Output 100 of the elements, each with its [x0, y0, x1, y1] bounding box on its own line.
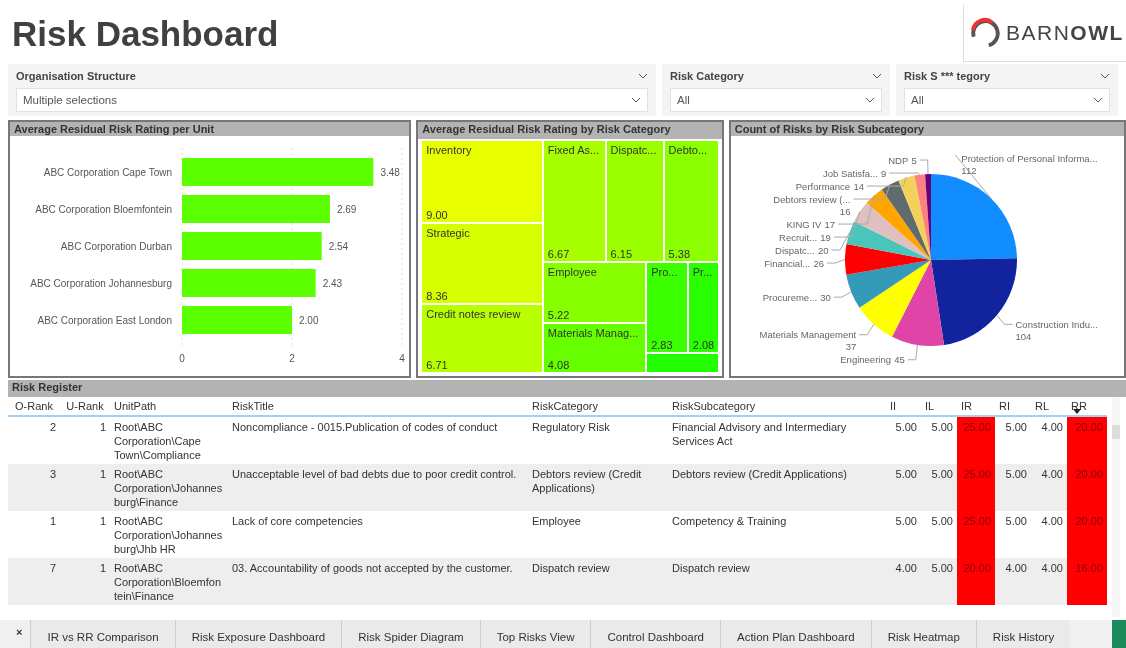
column-header[interactable]: II — [886, 397, 921, 416]
table-cell: 4.00 — [1031, 511, 1067, 558]
axis-tick: 0 — [179, 353, 185, 364]
treemap-tile[interactable]: Inventory 9.00 — [422, 141, 542, 222]
column-header[interactable]: RI — [995, 397, 1031, 416]
data-label: 3.48 — [380, 167, 400, 178]
dropdown[interactable]: All — [904, 88, 1110, 112]
slicer-label: Risk Category — [670, 70, 744, 82]
axis-tick: 2 — [289, 353, 295, 364]
table-cell: Employee — [528, 511, 668, 558]
category-label: Job Satisfa... — [822, 167, 878, 179]
axis-label: ABC Corporation Durban — [60, 241, 172, 252]
close-tab-bar[interactable]: × — [0, 620, 31, 648]
data-label: 37 — [845, 341, 856, 353]
table-cell: 25.00 — [957, 464, 995, 511]
leader-line — [907, 344, 918, 361]
table-cell: 5.00 — [921, 558, 957, 605]
scrollbar[interactable] — [1112, 397, 1120, 617]
column-header[interactable]: IL — [921, 397, 957, 416]
table-cell: 16.00 — [1067, 558, 1107, 605]
table-cell: 7 — [8, 558, 60, 605]
table-cell: Regulatory Risk — [528, 416, 668, 464]
axis-label: ABC Corporation Cape Town — [43, 167, 172, 178]
page-tab[interactable]: Control Dashboard — [590, 620, 720, 648]
page-tab[interactable]: Risk Spider Diagram — [341, 620, 480, 648]
table-cell: Dispatch review — [528, 558, 668, 605]
page-title: Risk Dashboard — [11, 13, 279, 55]
category-label: Dispatc... — [774, 244, 815, 256]
column-header[interactable]: O-Rank — [8, 397, 60, 416]
chevron-icon — [865, 97, 875, 103]
table-cell: 4.00 — [1031, 558, 1067, 605]
axis-label: ABC Corporation East London — [37, 315, 172, 326]
table-cell: 4.00 — [995, 558, 1031, 605]
data-label: 45 — [893, 354, 905, 366]
leader-line — [996, 314, 1013, 325]
category-label: Engineering — [840, 354, 891, 366]
chevron-icon[interactable] — [872, 73, 882, 79]
page-tab[interactable]: Risk Heatmap — [870, 620, 976, 648]
table-cell: 1 — [8, 511, 60, 558]
slicer-label: Risk S *** tegory — [904, 70, 991, 82]
column-header[interactable]: RL — [1031, 397, 1067, 416]
category-label: Debtors review (... — [773, 193, 851, 205]
category-label: Protection of Personal Informa... — [961, 152, 1098, 164]
table-cell: 20.00 — [1067, 511, 1107, 558]
category-label: Materials Management — [759, 329, 856, 341]
slicer-label: Organisation Structure — [16, 70, 136, 82]
data-label: 5 — [911, 154, 917, 166]
column-header[interactable]: U-Rank — [60, 397, 110, 416]
table-cell: 1 — [60, 558, 110, 605]
page-tab[interactable]: Action Plan Dashboard — [720, 620, 871, 648]
treemap-tile[interactable]: Credit notes review 6.71 — [422, 305, 542, 372]
table-cell: Debtors review (Credit Applications) — [668, 464, 886, 511]
table-cell: 25.00 — [957, 511, 995, 558]
table-cell: 5.00 — [921, 511, 957, 558]
table-cell: Competency & Training — [668, 511, 886, 558]
category-label: Financial... — [764, 257, 810, 269]
table-cell: 20.00 — [1067, 416, 1107, 464]
page-tab[interactable]: Risk Exposure Dashboard — [174, 620, 342, 648]
column-header[interactable]: RiskCategory — [528, 397, 668, 416]
treemap-tile[interactable] — [647, 354, 718, 372]
panel-title: Count of Risks by Risk Subcategory — [730, 122, 1124, 136]
table-cell: 20.00 — [957, 558, 995, 605]
treemap-tile[interactable]: Employee 5.22 — [543, 263, 646, 322]
table-cell: Root\ABC Corporation\Johannesburg\Finance — [110, 464, 228, 511]
data-label: 112 — [961, 164, 977, 176]
table-cell: 03. Accountability of goods not accepted by the customer. — [228, 558, 528, 605]
ring-icon — [968, 16, 1002, 50]
column-header[interactable]: RiskSubcategory — [668, 397, 886, 416]
dropdown[interactable]: All — [670, 88, 882, 112]
table-cell: Lack of core competencies — [228, 511, 528, 558]
table-cell: 5.00 — [995, 464, 1031, 511]
treemap-tile[interactable]: Dispatc... 6.15 — [606, 141, 663, 262]
table-cell: Dispatch review — [668, 558, 886, 605]
treemap-tile[interactable]: Materials Manag... 4.08 — [543, 323, 646, 372]
data-label: 17 — [824, 218, 835, 230]
category-label: Construction Indu... — [1015, 318, 1098, 330]
page-tab[interactable]: IR vs RR Comparison — [30, 620, 175, 648]
treemap-tile[interactable]: Debto... 5.38 — [664, 141, 718, 262]
dropdown[interactable]: Multiple selections — [16, 88, 648, 112]
table-cell: 5.00 — [921, 464, 957, 511]
page-tab[interactable]: Top Risks View — [479, 620, 591, 648]
page-tab[interactable]: Risk History — [975, 620, 1071, 648]
table-cell: Root\ABC Corporation\Bloemfontein\Finance — [110, 558, 228, 605]
axis-label: ABC Corporation Johannesburg — [30, 278, 172, 289]
treemap-tile[interactable]: Pr... 2.08 — [688, 263, 718, 353]
table-cell: 4.00 — [1031, 464, 1067, 511]
treemap-tile[interactable]: Strategic 8.36 — [422, 223, 542, 303]
table-cell: 25.00 — [957, 416, 995, 464]
data-label: 2.00 — [299, 315, 319, 326]
chevron-icon[interactable] — [638, 73, 648, 79]
table-cell: 1 — [60, 464, 110, 511]
column-header[interactable]: RiskTitle — [228, 397, 528, 416]
panel-title: Average Residual Risk Rating by Risk Category — [418, 122, 722, 139]
treemap-tile[interactable]: Fixed As... 6.67 — [543, 141, 605, 262]
data-label: 20 — [817, 244, 829, 256]
table-cell: 5.00 — [886, 464, 921, 511]
column-header[interactable]: UnitPath — [110, 397, 228, 416]
chevron-icon[interactable] — [1100, 73, 1110, 79]
data-label: 16 — [839, 205, 851, 217]
treemap-tile[interactable]: Pro... 2.83 — [647, 263, 687, 353]
